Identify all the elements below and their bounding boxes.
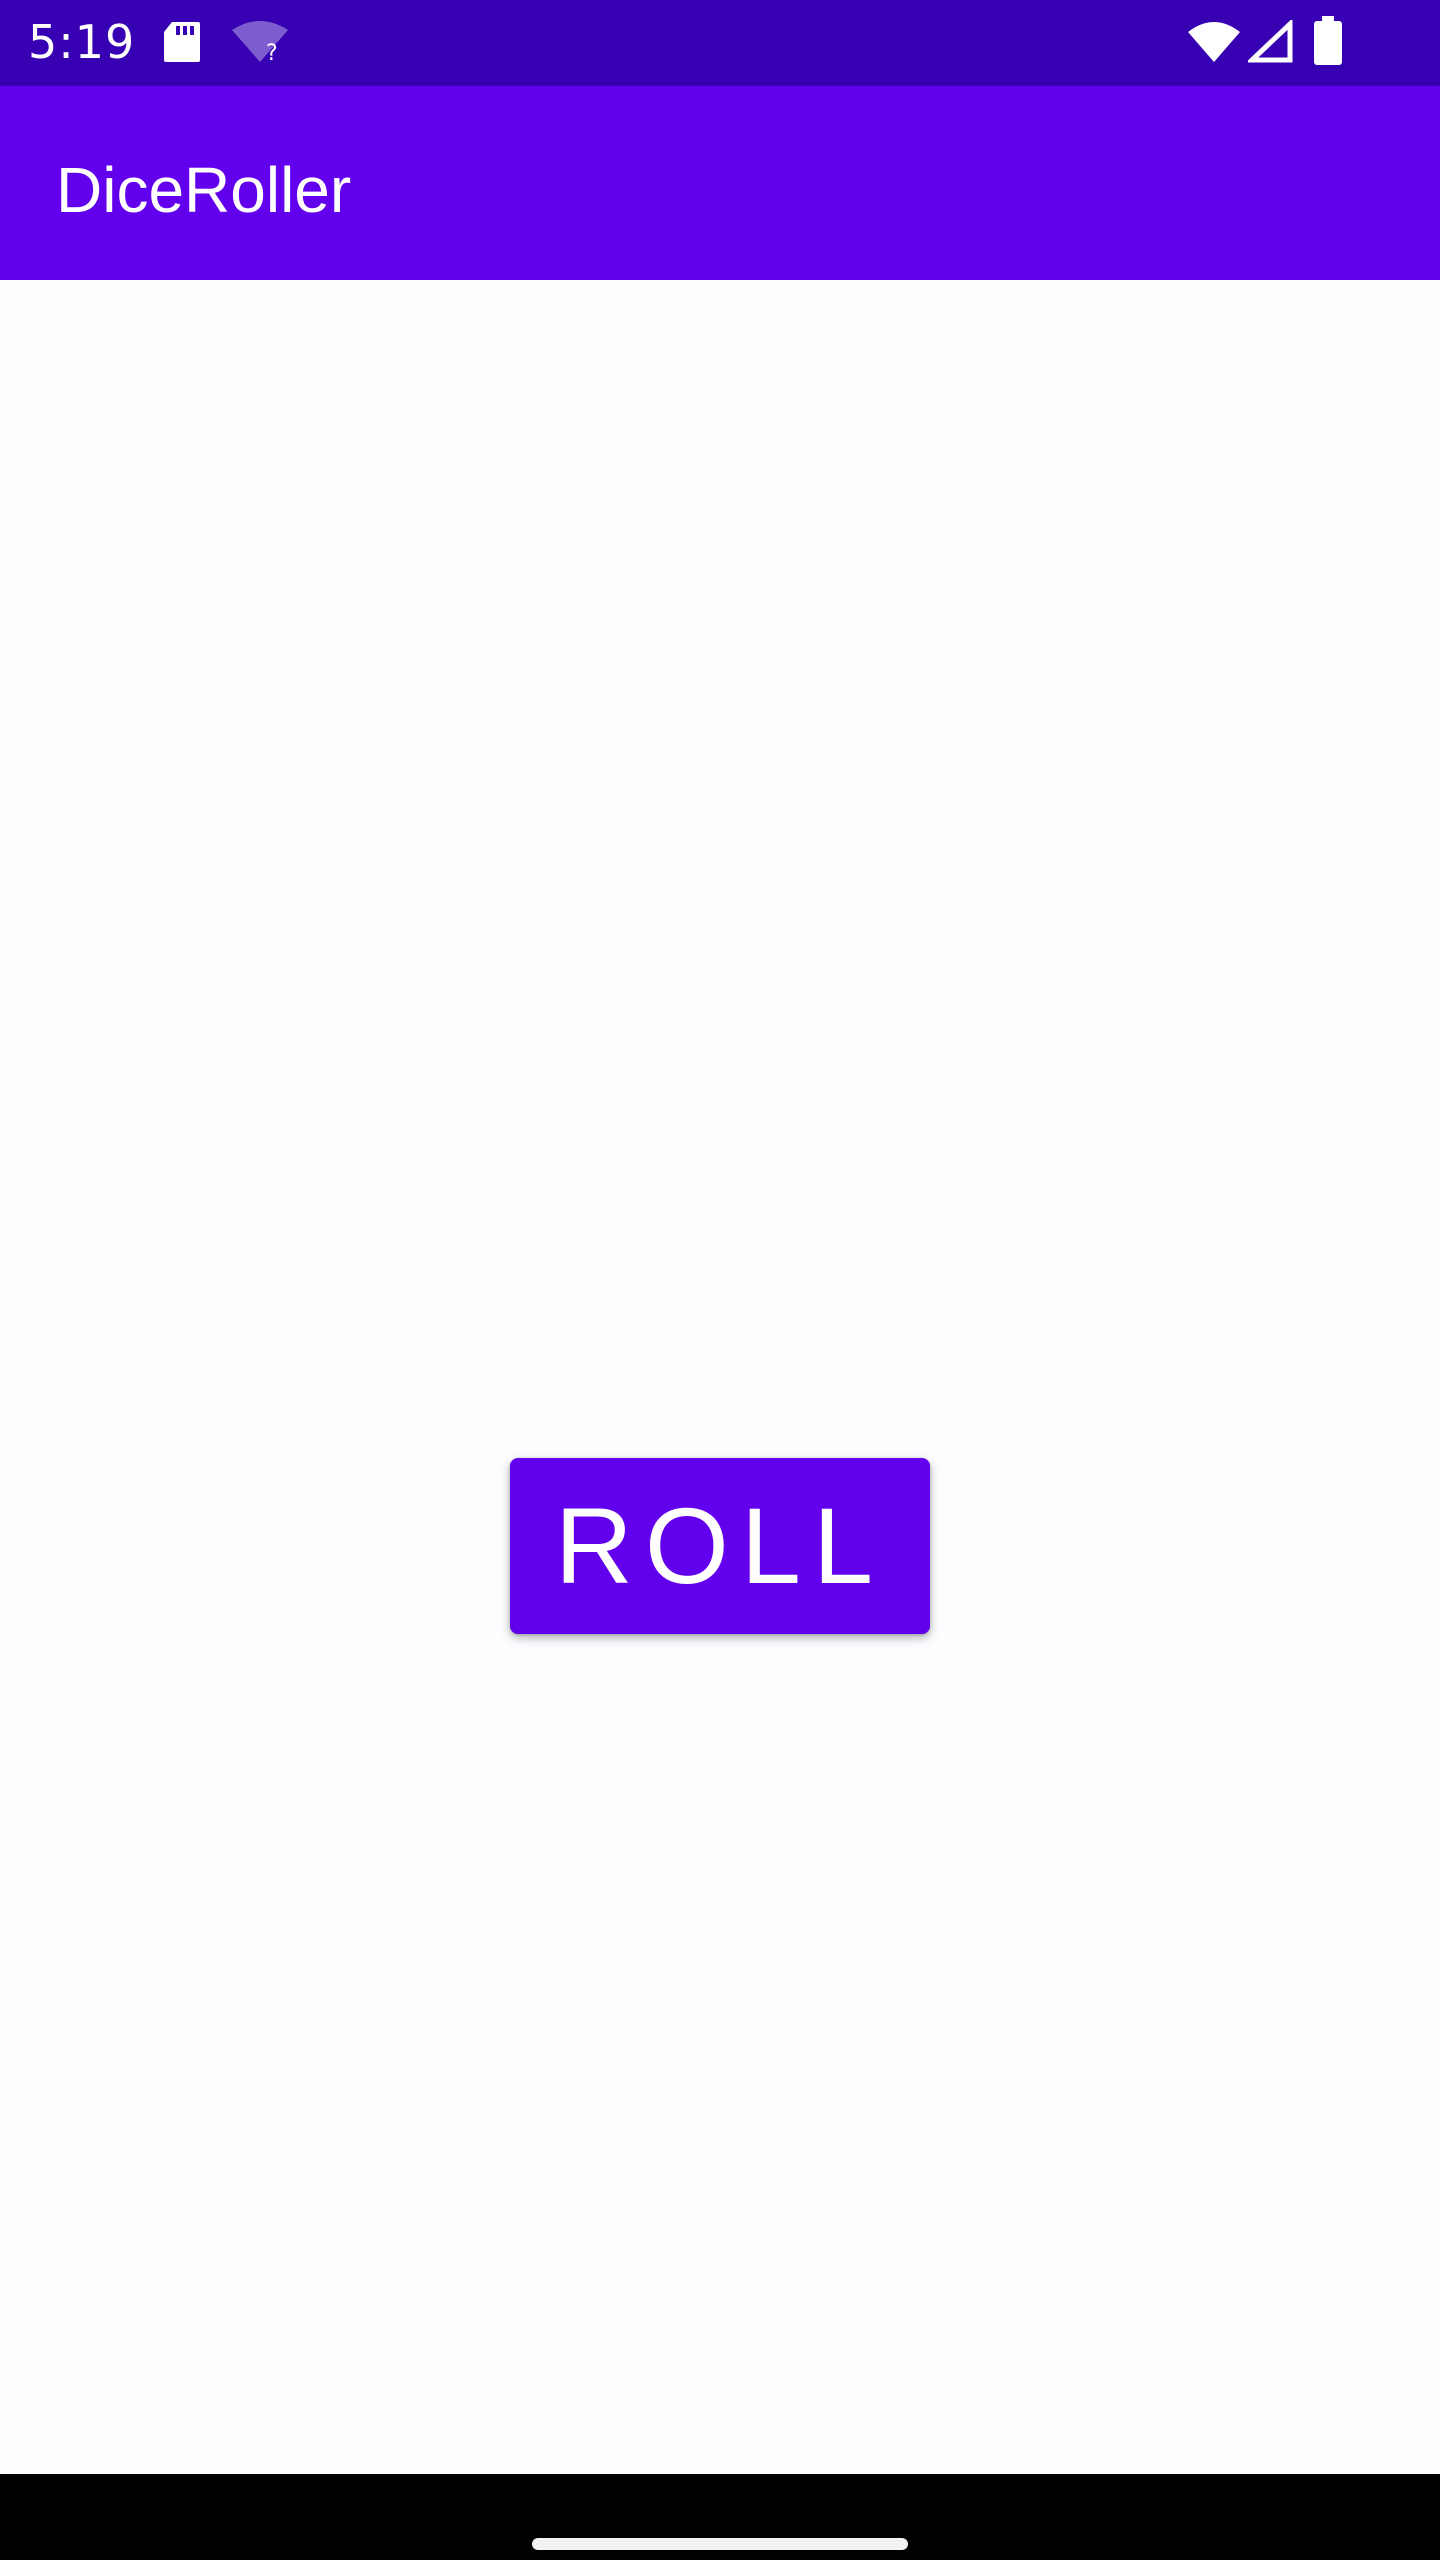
status-time: 5:19 [28, 15, 136, 69]
wifi-icon [1188, 22, 1240, 62]
svg-text:?: ? [266, 41, 278, 64]
roll-button[interactable]: ROLL [510, 1458, 930, 1634]
battery-icon [1314, 16, 1342, 65]
app-title: DiceRoller [56, 154, 352, 226]
signal-icon [1248, 20, 1293, 63]
app-bar: DiceRoller [0, 86, 1440, 280]
screen: 5:19 ? DiceRoller ROLL [0, 0, 1440, 2560]
status-bar: 5:19 ? [0, 0, 1440, 86]
main-content [0, 280, 1440, 2474]
wifi-unknown-icon: ? [232, 21, 288, 64]
sd-card-icon [164, 22, 200, 62]
home-gesture-handle[interactable] [532, 2538, 908, 2550]
